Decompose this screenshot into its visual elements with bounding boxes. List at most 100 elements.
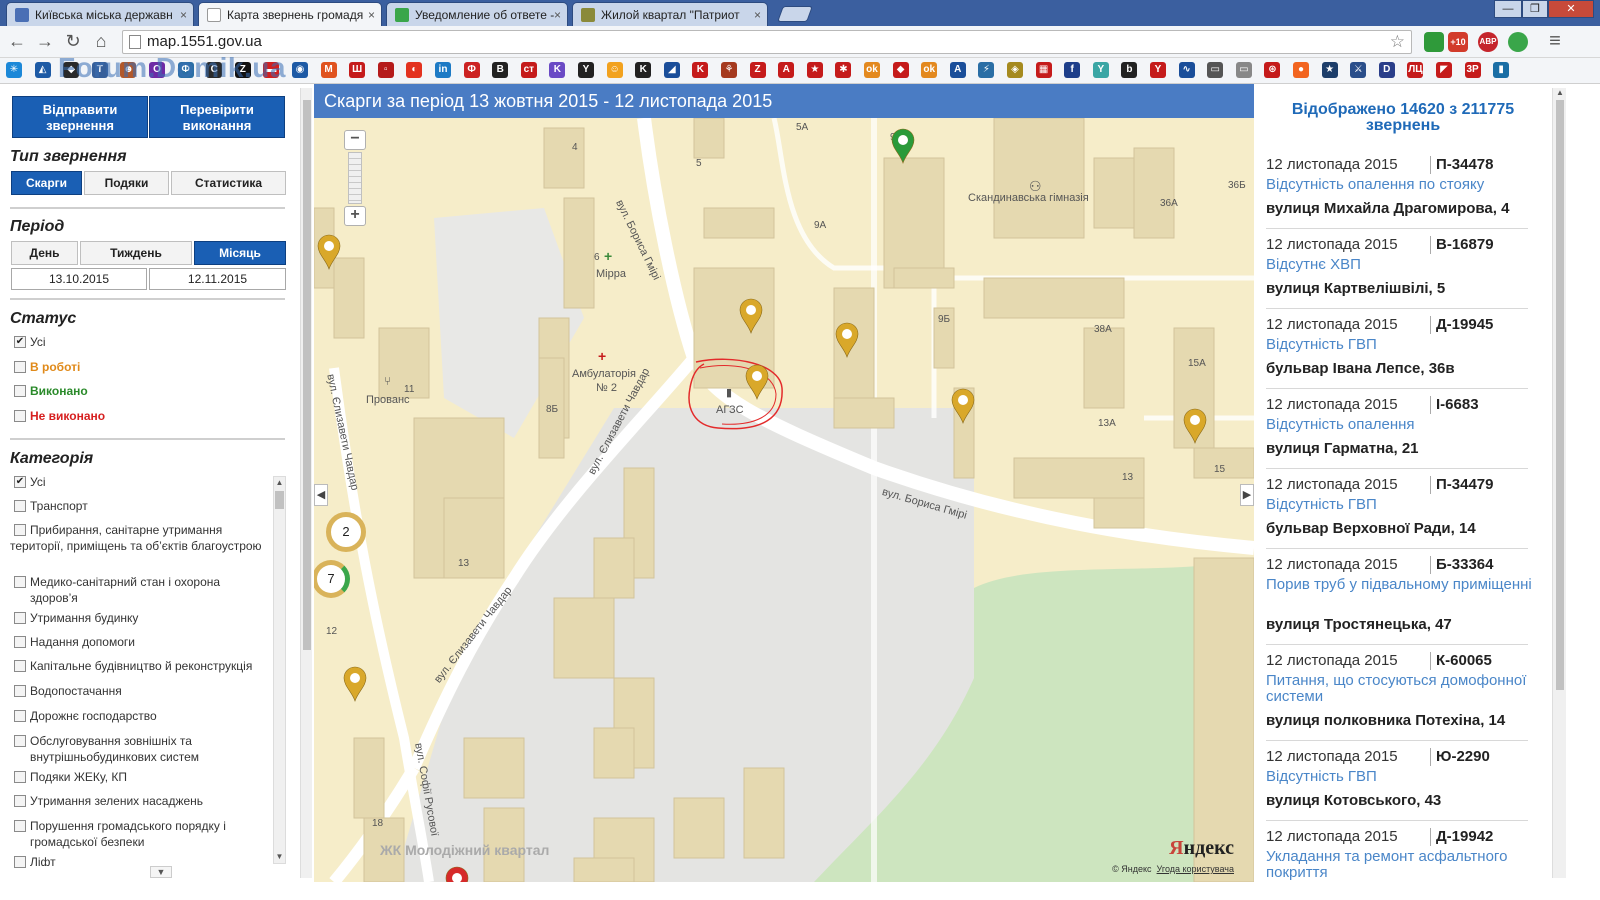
scroll-up-icon[interactable]: ▲ — [274, 477, 285, 489]
bookmark-icon[interactable]: ◉ — [292, 62, 308, 78]
adblock-icon[interactable]: ABP — [1478, 32, 1498, 52]
scroll-down-icon[interactable]: ▼ — [274, 851, 285, 863]
complaint-topic-link[interactable]: Питання, що стосуються домофонної систем… — [1266, 673, 1538, 705]
bookmark-icon[interactable]: M — [320, 62, 337, 78]
date-to-input[interactable]: 12.11.2015 — [149, 268, 286, 290]
bookmark-icon[interactable]: ⚔ — [1350, 62, 1367, 78]
close-window-button[interactable]: ✕ — [1548, 0, 1594, 18]
category-checkbox[interactable] — [14, 735, 26, 747]
tab-close-icon[interactable]: × — [554, 3, 561, 26]
bookmark-icon[interactable]: 3Р — [1464, 62, 1481, 78]
category-scrollbar[interactable]: ▲ ▼ — [273, 476, 286, 864]
bookmark-icon[interactable]: ok — [864, 62, 880, 78]
minimize-button[interactable]: — — [1494, 0, 1522, 18]
bookmark-icon[interactable]: ☺ — [606, 62, 623, 78]
address-bar[interactable]: map.1551.gov.ua ☆ — [122, 30, 1412, 54]
bookmark-icon[interactable]: Y — [1150, 62, 1166, 78]
bookmark-icon[interactable]: ✳ — [6, 62, 22, 78]
bookmark-icon[interactable]: ● — [1293, 62, 1309, 78]
forward-icon[interactable]: → — [34, 30, 56, 52]
scroll-up-icon[interactable]: ▲ — [1553, 88, 1567, 100]
extension-icon[interactable] — [1424, 32, 1444, 52]
bookmark-icon[interactable]: f — [1064, 62, 1081, 78]
bookmark-icon[interactable]: ∿ — [1178, 62, 1195, 78]
bookmark-icon[interactable]: ★ — [806, 62, 823, 78]
category-checkbox[interactable] — [14, 820, 26, 832]
left-panel-scrollbar[interactable] — [300, 88, 312, 878]
category-checkbox[interactable] — [14, 685, 26, 697]
expand-down-icon[interactable]: ▼ — [150, 866, 172, 878]
bookmark-icon[interactable]: ▦ — [1035, 62, 1052, 78]
status-checkbox[interactable]: ✔ — [14, 336, 26, 348]
type-statistics-button[interactable]: Статистика — [171, 171, 286, 195]
type-thanks-button[interactable]: Подяки — [84, 171, 169, 195]
scroll-thumb[interactable] — [275, 491, 284, 509]
category-checkbox[interactable] — [14, 636, 26, 648]
bookmark-icon[interactable]: Y — [1092, 62, 1109, 78]
bookmark-icon[interactable]: in — [435, 62, 451, 78]
bookmark-icon[interactable]: D — [1378, 62, 1395, 78]
browser-tab-map[interactable]: Карта звернень громадя × — [198, 2, 382, 26]
category-checkbox[interactable]: ✔ — [14, 476, 26, 488]
bookmark-icon[interactable]: Ф — [463, 62, 480, 78]
bookmark-icon[interactable]: ЛЦ — [1407, 62, 1424, 78]
bookmark-icon[interactable]: ★ — [1321, 62, 1338, 78]
browser-tab-patriot[interactable]: Жилой квартал "Патриот × — [572, 2, 768, 26]
tab-close-icon[interactable]: × — [754, 3, 761, 26]
period-week-button[interactable]: Тиждень — [80, 241, 192, 265]
period-day-button[interactable]: День — [11, 241, 78, 265]
send-appeal-button[interactable]: Відправити звернення — [12, 96, 148, 138]
bookmark-icon[interactable]: A — [949, 62, 966, 78]
bookmark-icon[interactable]: ◈ — [1007, 62, 1023, 78]
bookmark-icon[interactable]: K — [692, 62, 709, 78]
bookmark-icon[interactable]: Y — [578, 62, 594, 78]
complaint-topic-link[interactable]: Відсутність ГВП — [1266, 769, 1538, 785]
reload-icon[interactable]: ↻ — [62, 30, 84, 52]
bookmark-icon[interactable]: ▭ — [1235, 62, 1252, 78]
bookmark-icon[interactable]: ⚡ — [978, 62, 995, 78]
category-checkbox[interactable] — [14, 612, 26, 624]
browser-tab-notification[interactable]: Уведомление об ответе - × — [386, 2, 568, 26]
complaint-topic-link[interactable]: Відсутність ГВП — [1266, 497, 1538, 513]
status-checkbox[interactable] — [14, 360, 26, 373]
maximize-button[interactable]: ❐ — [1522, 0, 1548, 18]
bookmark-icon[interactable]: ▮ — [1493, 62, 1510, 78]
bookmark-icon[interactable]: b — [1121, 62, 1138, 78]
category-checkbox[interactable] — [14, 500, 26, 512]
extension-icon[interactable]: +10 — [1448, 32, 1468, 52]
right-panel-scrollbar[interactable]: ▲ — [1552, 88, 1566, 878]
bookmark-icon[interactable]: ▭ — [1207, 62, 1224, 78]
category-checkbox[interactable] — [14, 856, 26, 868]
category-checkbox[interactable] — [14, 576, 26, 588]
scroll-thumb[interactable] — [1556, 100, 1564, 690]
category-checkbox[interactable] — [14, 710, 26, 722]
complaint-topic-link[interactable]: Відсутність опалення — [1266, 417, 1538, 433]
map-view[interactable]: вул. Бориса Гмірі вул. Бориса Гмірі вул.… — [314, 118, 1254, 882]
terms-link[interactable]: Угода користувача — [1157, 864, 1234, 874]
category-checkbox[interactable] — [14, 660, 26, 672]
complaint-topic-link[interactable]: Укладання та ремонт асфальтного покриття — [1266, 849, 1538, 881]
bookmark-icon[interactable]: ◐ — [406, 62, 423, 78]
bookmark-icon[interactable]: B — [492, 62, 509, 78]
new-tab-button[interactable] — [777, 6, 813, 22]
back-icon[interactable]: ← — [6, 30, 28, 52]
bookmark-icon[interactable]: ◤ — [1436, 62, 1452, 78]
period-month-button[interactable]: Місяць — [194, 241, 286, 265]
bookmark-icon[interactable]: A — [778, 62, 795, 78]
bookmark-icon[interactable]: ▫ — [377, 62, 394, 78]
map-arrow-left-icon[interactable]: ◀ — [314, 484, 328, 506]
browser-tab-kmda[interactable]: Київська міська державн × — [6, 2, 194, 26]
bookmark-icon[interactable]: ⚘ — [721, 62, 737, 78]
scroll-thumb[interactable] — [303, 100, 311, 650]
check-execution-button[interactable]: Перевірити виконання — [149, 96, 285, 138]
complaint-topic-link[interactable]: Відсутність ГВП — [1266, 337, 1538, 353]
bookmark-icon[interactable]: Z — [749, 62, 766, 78]
extension-icon[interactable] — [1508, 32, 1528, 52]
bookmark-icon[interactable]: K — [635, 62, 652, 78]
complaint-topic-link[interactable]: Відсутність опалення по стояку — [1266, 177, 1538, 193]
bookmark-icon[interactable]: ст — [520, 62, 537, 78]
complaint-topic-link[interactable]: Відсутнє ХВП — [1266, 257, 1538, 273]
status-checkbox[interactable] — [14, 409, 26, 422]
pin-cluster[interactable]: 2 — [326, 512, 366, 552]
tab-close-icon[interactable]: × — [180, 3, 187, 26]
